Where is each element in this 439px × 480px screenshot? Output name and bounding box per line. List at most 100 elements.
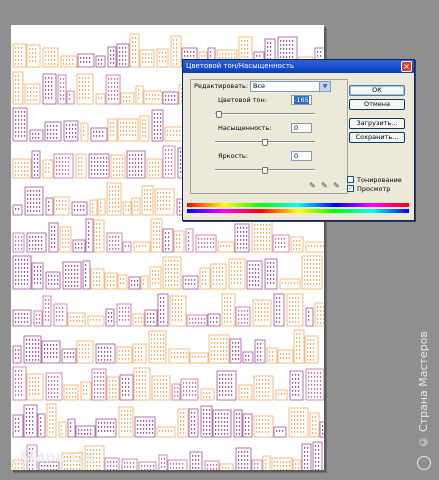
building-window (205, 271, 207, 273)
building-window (320, 51, 322, 53)
building-window (128, 358, 130, 360)
cancel-button[interactable]: Отмена (349, 99, 405, 110)
building-window (125, 55, 127, 57)
eyedropper-plus-icon[interactable]: ✎ (321, 182, 329, 190)
colorize-checkbox[interactable] (347, 176, 354, 183)
building-window (270, 274, 272, 276)
adjustment-group: Редактировать: Все ▼ Цветовой тон: -165 … (190, 79, 348, 194)
building-window (175, 319, 177, 321)
building-window (237, 243, 239, 245)
building-window (298, 301, 300, 303)
building-window (15, 95, 17, 97)
building-window (164, 458, 166, 460)
building-window (308, 319, 310, 321)
building-window (192, 463, 194, 465)
building-window (15, 370, 17, 372)
building-window (232, 350, 234, 352)
building-outline (12, 345, 22, 364)
building-window (289, 469, 291, 470)
building-outline (128, 276, 141, 290)
building-window (222, 394, 224, 396)
building-window (99, 235, 101, 237)
building-window (136, 395, 138, 397)
save-button[interactable]: Сохранить... (349, 132, 405, 143)
building-window (147, 201, 149, 203)
building-window (72, 63, 74, 65)
building-window (246, 239, 248, 241)
building-window (248, 417, 250, 419)
building-window (313, 339, 315, 341)
lightness-input[interactable]: 0 (291, 151, 312, 161)
load-button[interactable]: Загрузить... (349, 118, 405, 129)
building-window (198, 459, 200, 461)
building-window (289, 353, 291, 355)
hue-input[interactable]: -165 (291, 95, 312, 105)
building-window (36, 194, 38, 196)
building-window (154, 354, 156, 356)
building-window (258, 315, 260, 317)
hue-slider-track[interactable] (215, 113, 315, 115)
building-window (18, 170, 20, 172)
building-window (257, 355, 259, 357)
building-outline (46, 403, 57, 438)
building-window (81, 169, 83, 171)
building-window (47, 356, 49, 358)
building-window (219, 390, 221, 392)
building-window (269, 232, 271, 234)
ok-button[interactable]: ОК (349, 85, 405, 96)
building-outline (122, 241, 132, 253)
building-window (100, 210, 102, 212)
building-window (26, 428, 28, 430)
building-outline (273, 426, 287, 438)
building-window (34, 154, 36, 156)
dialog-titlebar[interactable]: Цветовой тон/Насыщенность × (183, 60, 414, 73)
building-window (85, 276, 87, 278)
building-window (150, 465, 152, 467)
building-window (222, 279, 224, 281)
eyedropper-minus-icon[interactable]: ✎ (333, 182, 341, 190)
building-window (135, 134, 137, 136)
building-window (244, 52, 246, 54)
saturation-input[interactable]: 0 (291, 123, 312, 133)
building-window (296, 337, 298, 339)
building-window (66, 136, 68, 138)
building-window (165, 165, 167, 167)
building-window (252, 272, 254, 274)
building-window (157, 350, 159, 352)
building-window (32, 424, 34, 426)
building-window (314, 380, 316, 382)
building-window (226, 354, 228, 356)
close-icon[interactable]: × (401, 61, 412, 72)
building-window (113, 58, 115, 60)
building-window (155, 278, 157, 280)
building-window (33, 210, 35, 212)
building-outline (33, 310, 43, 327)
building-window (151, 346, 153, 348)
saturation-slider-thumb[interactable] (262, 139, 268, 146)
building-window (171, 268, 173, 270)
building-window (183, 390, 185, 392)
eyedropper-icon[interactable]: ✎ (309, 182, 317, 190)
building-window (51, 63, 53, 65)
building-window (270, 270, 272, 272)
building-window (154, 334, 156, 336)
lightness-slider-thumb[interactable] (262, 167, 268, 174)
building-window (47, 469, 49, 470)
preview-checkbox[interactable]: ✓ (347, 185, 354, 192)
building-window (298, 467, 300, 469)
building-window (262, 391, 264, 393)
building-window (166, 387, 168, 389)
building-window (119, 166, 121, 168)
building-outline (120, 92, 135, 105)
edit-channel-select[interactable]: Все ▼ (250, 81, 331, 92)
building-window (81, 157, 83, 159)
building-window (119, 174, 121, 176)
building-window (164, 462, 166, 464)
building-window (219, 53, 221, 55)
hue-slider-thumb[interactable] (216, 111, 222, 118)
building-window (276, 305, 278, 307)
chevron-down-icon[interactable]: ▼ (319, 82, 330, 91)
building-window (188, 248, 190, 250)
building-window (32, 381, 34, 383)
building-outline (188, 408, 199, 438)
